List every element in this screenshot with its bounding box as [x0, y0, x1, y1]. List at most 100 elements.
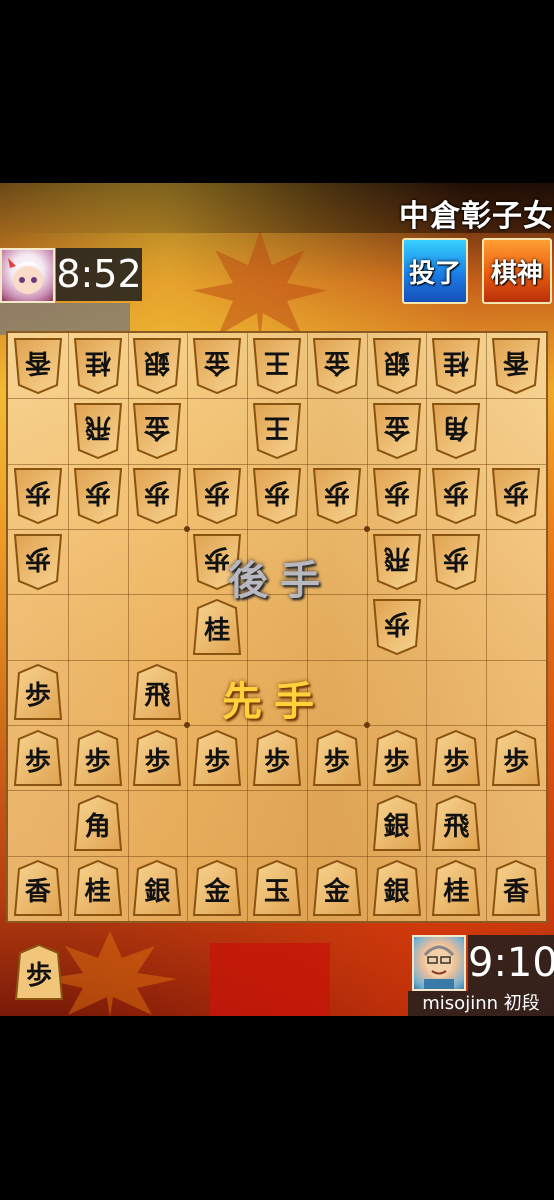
board-grid-line	[8, 463, 546, 465]
board-grid-line	[8, 529, 546, 530]
gote-piece[interactable]: 銀	[372, 337, 422, 395]
opponent-title: 中倉彰子女	[399, 199, 554, 234]
sente-piece[interactable]: 香	[13, 859, 63, 917]
sente-banner: 先手	[222, 678, 326, 725]
piece-label: 桂	[84, 877, 111, 908]
sente-piece[interactable]: 香	[491, 859, 541, 917]
board-grid-line	[8, 855, 546, 857]
gote-piece[interactable]: 歩	[13, 533, 63, 591]
gote-piece[interactable]: 歩	[491, 467, 541, 525]
sente-piece[interactable]: 歩	[252, 729, 302, 787]
gote-banner: 後手	[228, 557, 332, 604]
piece-label: 歩	[263, 746, 290, 777]
red-banner-decoration	[210, 943, 330, 1016]
piece-label: 香	[24, 346, 51, 377]
gote-piece[interactable]: 桂	[73, 337, 123, 395]
sente-piece[interactable]: 飛	[431, 794, 481, 852]
piece-label: 飛	[144, 681, 171, 712]
piece-label: 歩	[383, 746, 410, 777]
gote-piece[interactable]: 銀	[132, 337, 182, 395]
sente-piece[interactable]: 歩	[73, 729, 123, 787]
sente-piece[interactable]: 歩	[372, 729, 422, 787]
piece-label: 歩	[24, 477, 51, 508]
piece-label: 銀	[383, 812, 410, 842]
gote-piece[interactable]: 飛	[372, 533, 422, 591]
gote-piece[interactable]: 歩	[252, 467, 302, 525]
sente-piece[interactable]: 金	[312, 859, 362, 917]
opponent-avatar	[0, 248, 55, 303]
board-grid-line	[127, 333, 129, 921]
gote-piece[interactable]: 金	[312, 337, 362, 395]
piece-label: 歩	[383, 477, 410, 508]
gote-piece[interactable]: 桂	[431, 337, 481, 395]
gote-piece[interactable]: 歩	[13, 467, 63, 525]
sente-piece[interactable]: 飛	[132, 663, 182, 721]
sente-piece[interactable]: 金	[192, 859, 242, 917]
sente-piece[interactable]: 桂	[73, 859, 123, 917]
piece-label: 銀	[383, 877, 410, 908]
sente-piece[interactable]: 桂	[431, 859, 481, 917]
piece-label: 歩	[24, 681, 51, 712]
board-grid-line	[8, 659, 546, 661]
resign-button[interactable]: 投了	[402, 238, 468, 304]
sente-piece[interactable]: 歩	[132, 729, 182, 787]
piece-label: 歩	[323, 477, 350, 508]
gote-piece[interactable]: 香	[491, 337, 541, 395]
gote-piece[interactable]: 王	[252, 402, 302, 460]
sente-piece[interactable]: 銀	[132, 859, 182, 917]
piece-label: 銀	[144, 346, 171, 377]
sente-piece[interactable]: 歩	[13, 663, 63, 721]
gote-piece[interactable]: 歩	[192, 467, 242, 525]
board-star-point	[184, 722, 191, 728]
gote-piece[interactable]: 歩	[431, 533, 481, 591]
sente-piece[interactable]: 銀	[372, 859, 422, 917]
gote-piece[interactable]: 金	[132, 402, 182, 460]
piece-label: 桂	[443, 346, 470, 377]
gote-piece[interactable]: 金	[372, 402, 422, 460]
piece-label: 飛	[383, 542, 410, 573]
gote-piece[interactable]: 歩	[431, 467, 481, 525]
gote-piece[interactable]: 歩	[372, 467, 422, 525]
shogi-board[interactable]: 香桂銀金王金銀桂香飛金王金角歩歩歩歩歩歩歩歩歩歩歩飛歩歩桂歩飛歩歩歩歩歩歩歩歩歩…	[6, 331, 548, 923]
gote-piece[interactable]: 王	[252, 337, 302, 395]
piece-label: 飛	[443, 812, 470, 842]
kishin-button[interactable]: 棋神	[482, 238, 552, 304]
piece-label: 歩	[84, 746, 111, 777]
sente-hand-piece[interactable]: 歩	[14, 943, 64, 1001]
sente-piece[interactable]: 歩	[491, 729, 541, 787]
sente-piece[interactable]: 歩	[192, 729, 242, 787]
sente-piece[interactable]: 歩	[431, 729, 481, 787]
board-grid-line	[366, 333, 368, 921]
piece-label: 玉	[263, 877, 290, 908]
sente-piece[interactable]: 桂	[192, 598, 242, 656]
board-star-point	[363, 526, 370, 532]
sente-piece[interactable]: 角	[73, 794, 123, 852]
gote-piece[interactable]: 歩	[132, 467, 182, 525]
piece-label: 歩	[503, 477, 530, 508]
piece-label: 歩	[84, 477, 111, 508]
gote-piece[interactable]: 金	[192, 337, 242, 395]
piece-label: 歩	[443, 746, 470, 777]
board-star-point	[363, 722, 370, 728]
sente-piece[interactable]: 歩	[312, 729, 362, 787]
piece-label: 歩	[204, 746, 231, 777]
piece-label: 銀	[144, 877, 171, 908]
board-grid-line	[67, 333, 69, 921]
gote-piece[interactable]: 飛	[73, 402, 123, 460]
title-bar: 中倉彰子女	[0, 183, 554, 234]
gote-piece[interactable]: 歩	[372, 598, 422, 656]
sente-piece[interactable]: 歩	[13, 729, 63, 787]
piece-label: 桂	[443, 877, 470, 908]
gote-piece[interactable]: 歩	[73, 467, 123, 525]
sente-piece[interactable]: 銀	[372, 794, 422, 852]
piece-label: 歩	[383, 608, 410, 638]
character-face-icon	[8, 258, 46, 294]
gote-piece[interactable]: 香	[13, 337, 63, 395]
sente-piece[interactable]: 玉	[252, 859, 302, 917]
player-avatar	[412, 935, 466, 991]
gote-piece[interactable]: 角	[431, 402, 481, 460]
piece-label: 歩	[503, 746, 530, 777]
piece-label: 香	[503, 346, 530, 377]
gote-piece[interactable]: 歩	[312, 467, 362, 525]
piece-label: 歩	[323, 746, 350, 777]
